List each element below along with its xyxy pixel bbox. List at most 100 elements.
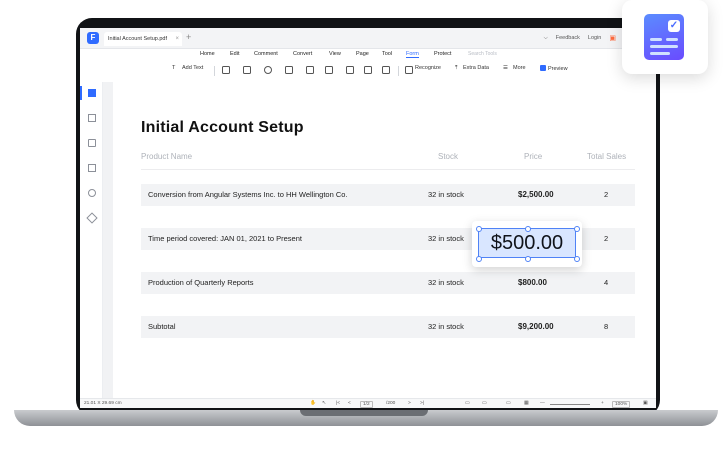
zoom-select[interactable]: 100% [612, 401, 631, 408]
close-tab-icon[interactable]: × [175, 32, 179, 46]
text-field-icon[interactable] [222, 66, 230, 74]
menu-view[interactable]: View [329, 51, 341, 57]
image-field-icon[interactable] [346, 66, 354, 74]
fullscreen-icon[interactable]: ▣ [643, 401, 648, 406]
login-link[interactable]: Login [588, 35, 601, 41]
fit-page-icon[interactable]: ▭ [465, 401, 470, 406]
column-header-product: Product Name [141, 152, 193, 161]
zoom-out-icon[interactable]: — [540, 401, 545, 406]
resize-handle[interactable] [476, 226, 482, 232]
search-tools-input[interactable]: Search Tools [468, 51, 497, 57]
zoom-slider[interactable] [550, 404, 590, 405]
cell-sales: 2 [604, 234, 609, 243]
table-row: Conversion from Angular Systems Inc. to … [141, 184, 635, 206]
cell-price: $2,500.00 [518, 190, 554, 199]
preview-label: Preview [548, 66, 568, 72]
bookmark-icon[interactable] [88, 114, 96, 122]
more-icon[interactable]: ☰ [503, 65, 508, 71]
resize-handle[interactable] [525, 226, 531, 232]
selected-price-value[interactable]: $500.00 [478, 228, 576, 258]
form-line-decoration [650, 38, 662, 41]
preview-toggle[interactable]: Preview [540, 65, 568, 72]
preview-checkbox[interactable] [540, 65, 546, 71]
add-text-button[interactable]: Add Text [182, 65, 203, 71]
search-icon[interactable] [88, 189, 96, 197]
cell-stock: 32 in stock [428, 234, 464, 243]
page-total: /200 [386, 401, 396, 406]
thumbnails-icon[interactable] [88, 89, 96, 97]
recognize-button[interactable]: Recognize [415, 65, 441, 71]
listbox-field-icon[interactable] [285, 66, 293, 74]
select-icon[interactable]: ↖ [322, 401, 326, 406]
signature-field-icon[interactable] [364, 66, 372, 74]
table-row: Production of Quarterly Reports 32 in st… [141, 272, 635, 294]
cell-product: Time period covered: JAN 01, 2021 to Pre… [148, 234, 302, 243]
more-button[interactable]: More [513, 65, 526, 71]
two-page-icon[interactable]: ▭ [506, 401, 511, 406]
combobox-field-icon[interactable] [306, 66, 314, 74]
cell-price: $9,200.00 [518, 322, 554, 331]
layers-icon[interactable] [86, 212, 98, 224]
menu-protect[interactable]: Protect [434, 51, 451, 57]
menu-convert[interactable]: Convert [293, 51, 312, 57]
button-field-icon[interactable] [325, 66, 333, 74]
recognize-icon[interactable] [405, 66, 413, 74]
menu-form[interactable]: Form [406, 51, 419, 58]
menu-tool[interactable]: Tool [382, 51, 392, 57]
column-header-stock: Stock [438, 152, 459, 161]
menu-home[interactable]: Home [200, 51, 215, 57]
first-page-icon[interactable]: |< [336, 401, 340, 406]
form-line-decoration [650, 45, 678, 48]
radio-field-icon[interactable] [264, 66, 272, 74]
prev-page-icon[interactable]: < [348, 401, 351, 406]
table-row-subtotal: Subtotal 32 in stock $9,200.00 8 [141, 316, 635, 338]
new-tab-button[interactable]: + [186, 32, 191, 42]
laptop-notch [300, 410, 428, 416]
add-text-icon[interactable]: T [172, 65, 175, 71]
single-page-icon[interactable]: ▭ [482, 401, 487, 406]
last-page-icon[interactable]: >| [420, 401, 424, 406]
left-sidebar [80, 82, 103, 398]
next-page-icon[interactable]: > [408, 401, 411, 406]
resize-handle[interactable] [574, 226, 580, 232]
top-right-controls: ⌵ Feedback Login ▣ [544, 34, 616, 43]
tab-bar: F Initial Account Setup.pdf × + ⌵ Feedba… [80, 28, 656, 49]
grid-view-icon[interactable]: ▦ [524, 401, 529, 406]
zoom-in-icon[interactable]: + [601, 401, 604, 406]
gift-icon[interactable]: ▣ [609, 34, 616, 42]
attachment-icon[interactable] [88, 164, 96, 172]
app-window: F Initial Account Setup.pdf × + ⌵ Feedba… [80, 28, 656, 408]
form-line-decoration [650, 52, 670, 55]
extract-data-button[interactable]: Extra Data [463, 65, 489, 71]
chevron-down-icon[interactable]: ⌵ [544, 35, 548, 42]
resize-handle[interactable] [476, 256, 482, 262]
hand-icon[interactable]: ✋ [310, 401, 316, 406]
cell-stock: 32 in stock [428, 278, 464, 287]
checkbox-field-icon[interactable] [243, 66, 251, 74]
date-field-icon[interactable] [382, 66, 390, 74]
page-input[interactable]: 1/2 [360, 401, 373, 408]
document-tab[interactable]: Initial Account Setup.pdf × [104, 32, 182, 46]
sidebar-active-indicator [80, 86, 82, 100]
cell-product: Production of Quarterly Reports [148, 278, 254, 287]
feedback-link[interactable]: Feedback [556, 35, 580, 41]
menu-comment[interactable]: Comment [254, 51, 278, 57]
form-app-badge: ✓ [622, 0, 708, 74]
page-dimensions: 21.01 X 29.69 cm [84, 401, 122, 406]
document-tab-title: Initial Account Setup.pdf [108, 36, 168, 42]
cell-product: Conversion from Angular Systems Inc. to … [148, 190, 348, 199]
comment-icon[interactable] [88, 139, 96, 147]
resize-handle[interactable] [525, 256, 531, 262]
cell-sales: 2 [604, 190, 609, 199]
cell-sales: 4 [604, 278, 609, 287]
menu-page[interactable]: Page [356, 51, 369, 57]
selected-price-field[interactable]: $500.00 [472, 221, 582, 267]
menu-edit[interactable]: Edit [230, 51, 239, 57]
extract-data-icon[interactable]: ⤒ [455, 65, 457, 72]
form-document-icon: ✓ [644, 14, 684, 60]
column-header-total-sales: Total Sales [587, 152, 627, 161]
cell-price: $800.00 [518, 278, 547, 287]
resize-handle[interactable] [574, 256, 580, 262]
status-bar: 21.01 X 29.69 cm ✋ ↖ |< < 1/2 /200 > >| … [80, 398, 656, 408]
menu-bar: Home Edit Comment Convert View Page Tool… [80, 50, 656, 62]
